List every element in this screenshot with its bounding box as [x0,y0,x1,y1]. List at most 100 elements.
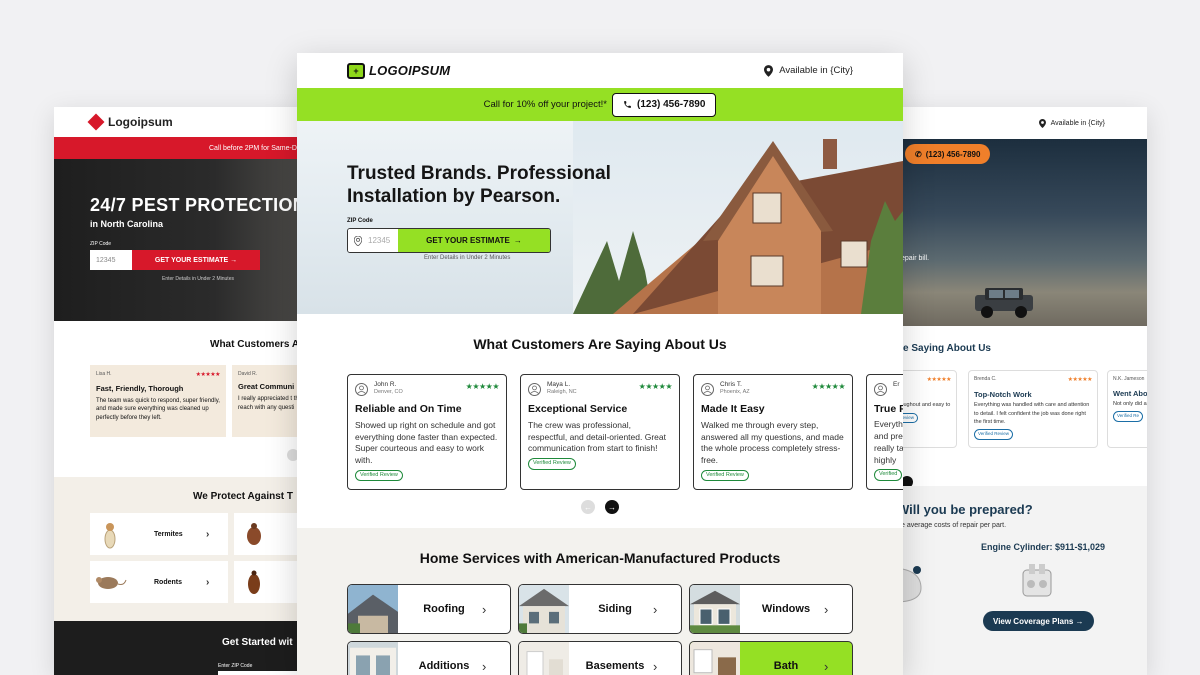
showcase-stage: Logoipsum Call before 2PM for Same-Day 2… [0,0,1200,675]
service-tile-siding[interactable]: Siding › [518,584,682,634]
review-text: Walked me through every step, answered a… [701,419,844,466]
service-tile-additions[interactable]: Additions › [347,641,511,675]
star-rating: ★★★★★ [1067,377,1093,383]
prepared-subtitle: e average costs of repair per part. [901,522,1007,529]
reviewer-location: Phoenix, AZ [720,388,750,395]
verified-badge: Verified Re [1113,411,1144,422]
pest-item-rodents[interactable]: Rodents › [90,561,228,603]
arrow-left-icon: ← [584,502,592,512]
main-hero: Trusted Brands. Professional Installatio… [297,121,903,314]
user-avatar-icon [874,383,887,396]
chevron-right-icon: › [824,658,829,674]
testimonials-section: What Customers Are Saying About Us John … [297,314,903,528]
zip-label: ZIP Code [347,218,373,224]
service-tile-roofing[interactable]: Roofing › [347,584,511,634]
bath-photo [690,642,740,675]
home-services-landing-page: + LOGOIPSUM Available in {City} Call for… [297,53,903,675]
engine-icon [1022,564,1052,597]
chevron-right-icon: › [824,601,829,617]
hero-text: epair bill. [901,255,930,262]
zip-placeholder: 12345 [368,236,391,245]
review-text: Not only did also helpe even more [1113,400,1147,407]
logo-mark-icon [87,113,105,131]
service-tile-windows[interactable]: Windows › [689,584,853,634]
testimonials-title: What Customers Are Saying About Us [473,336,727,352]
availability-text: Available in {City} [779,65,853,76]
service-tile-bath[interactable]: Bath › [689,641,853,675]
additions-photo [348,642,398,675]
main-logo[interactable]: + LOGOIPSUM [347,62,451,79]
phone-icon [624,101,631,108]
get-estimate-button[interactable]: GET YOUR ESTIMATE → [398,229,550,252]
location-pin-icon [764,64,774,77]
availability: Available in {City} [764,64,853,77]
star-rating: ★★★★★ [926,377,952,383]
view-coverage-button[interactable]: View Coverage Plans → [983,611,1094,631]
logo-mark-icon: + [347,62,365,79]
reviewer-name: Lisa H. [96,371,112,377]
service-label: Windows [761,603,811,615]
user-avatar-icon [701,383,714,396]
reviewer-name: John R. [374,381,397,388]
review-text: The team was quick to respond, super fri… [96,397,220,421]
review-title: Top-Notch Work [974,390,1032,399]
hero-title: Trusted Brands. Professional Installatio… [347,163,611,207]
arrow-right-icon: → [608,502,616,512]
service-label: Bath [773,660,799,672]
pest-item-termites[interactable]: Termites › [90,513,228,555]
zip-input[interactable]: 12345 [348,229,398,252]
verified-badge: Verified [874,469,903,481]
windows-photo [690,585,740,633]
prepared-title: Will you be prepared? [897,502,1033,517]
availability-text: Available in {City} [1050,119,1105,127]
service-label: Roofing [423,603,465,615]
siding-photo [519,585,569,633]
pest-label: Rodents [154,578,182,586]
protect-title: We Protect Against T [193,491,294,502]
user-avatar-icon [355,383,368,396]
termite-icon [90,517,130,551]
review-card: Lisa H. ★★★★★ Fast, Friendly, Thorough Th… [90,365,226,437]
review-card: Brenda C. ★★★★★ Top-Notch Work Everything… [968,370,1098,448]
service-tile-basements[interactable]: Basements › [518,641,682,675]
review-card: John R. Denver, CO ★★★★★ Reliable and On … [347,374,507,490]
phone-button[interactable]: ✆ (123) 456-7890 [905,144,991,164]
pest-label: Termites [154,530,183,538]
house-image [573,121,903,314]
star-rating: ★★★★★ [465,382,500,391]
reviewer-name: David R. [238,371,258,377]
verified-badge: Verified Review [355,469,403,482]
main-header: + LOGOIPSUM Available in {City} [297,53,903,88]
review-text: Everything was handled with care and att… [974,402,1090,425]
service-label: Siding [598,603,632,615]
pest-reviews-title: What Customers A [210,339,300,350]
reviewer-name: Er [893,381,900,388]
review-card: Maya L. Raleigh, NC ★★★★★ Exceptional Ser… [520,374,680,490]
star-rating: ★★★★★ [195,372,221,378]
form-note: Enter Details in Under 2 Minutes [424,255,511,261]
review-title: Exceptional Service [528,403,628,416]
pest-zip-input[interactable]: 12345 [90,250,132,270]
chevron-right-icon: › [206,576,210,588]
user-avatar-icon [528,383,541,396]
pest-estimate-button[interactable]: GET YOUR ESTIMATE → [132,250,260,270]
star-rating: ★★★★★ [638,382,673,391]
carousel-next-button[interactable]: → [605,500,619,514]
phone-button[interactable]: (123) 456-7890 [612,92,717,117]
suv-image [975,288,1033,318]
zip-label: Enter ZIP Code [218,663,253,669]
location-pin-icon [1038,118,1046,128]
review-text: Everyth and pre really ta highly [874,419,903,465]
carousel-prev-button[interactable]: ← [581,500,595,514]
review-title: True F [874,403,903,415]
mouse-icon [90,565,130,599]
zip-form: 12345 GET YOUR ESTIMATE → [347,228,551,253]
pest-logo[interactable]: Logoipsum [108,115,173,129]
promo-bar: Call for 10% off your project!* (123) 45… [297,88,903,121]
arrow-right-icon: → [513,236,522,245]
logo-text: LOGOIPSUM [369,63,451,78]
engine-cost: Engine Cylinder: $911-$1,029 [981,542,1106,552]
roofing-photo [348,585,398,633]
service-label: Additions [418,660,470,672]
review-card: N.K. Jameson Went Abo Not only did also … [1107,370,1147,448]
